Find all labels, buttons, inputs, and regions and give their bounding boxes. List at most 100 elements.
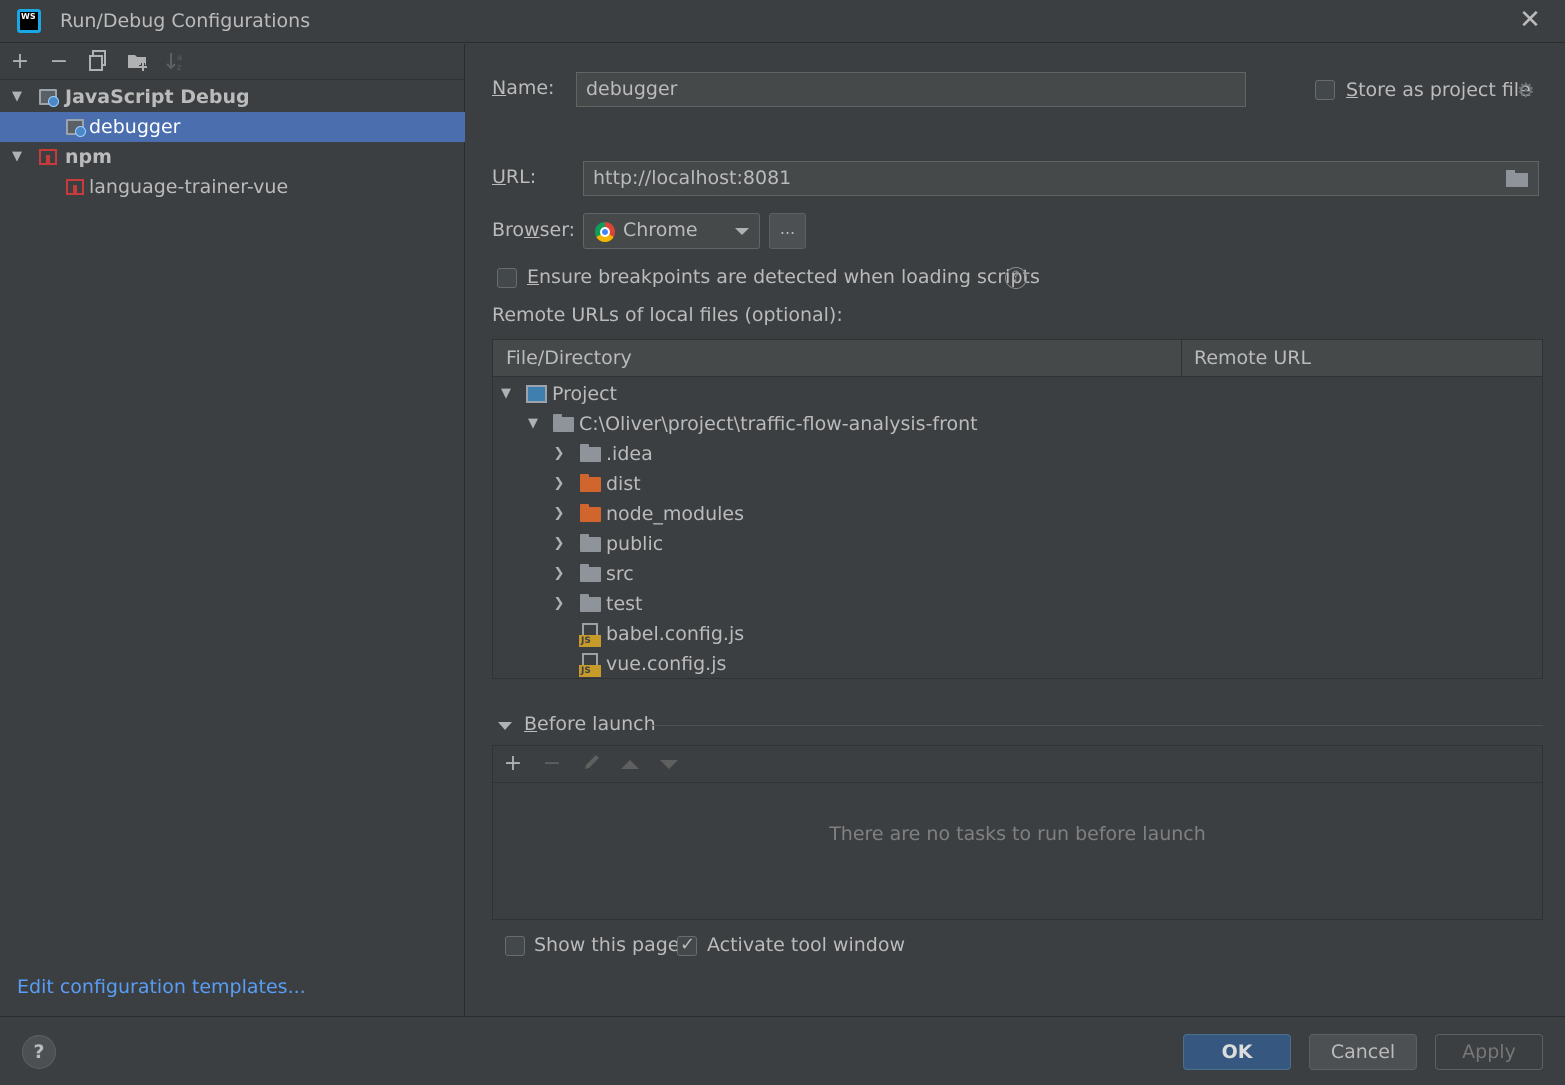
js-file-icon: JS xyxy=(579,653,601,677)
mnemonic: w xyxy=(524,219,540,241)
ok-button[interactable]: OK xyxy=(1183,1034,1291,1070)
folder-icon xyxy=(553,414,574,432)
folder-icon xyxy=(580,444,601,462)
help-icon[interactable]: ? xyxy=(1005,267,1027,289)
ensure-breakpoints-checkbox[interactable] xyxy=(497,268,517,288)
label-text: ser: xyxy=(539,219,576,241)
chevron-right-icon[interactable]: ❯ xyxy=(551,499,567,529)
table-row-label: public xyxy=(606,533,664,555)
table-row-label: vue.config.js xyxy=(606,653,727,675)
table-row[interactable]: ❯ .idea xyxy=(493,439,1542,469)
chevron-right-icon[interactable]: ❯ xyxy=(551,589,567,619)
activate-tool-window-checkbox[interactable] xyxy=(677,934,697,956)
add-task-icon[interactable]: + xyxy=(501,752,525,776)
table-row[interactable]: JS babel.config.js xyxy=(493,619,1542,649)
chevron-down-icon[interactable]: ▼ xyxy=(498,379,514,409)
table-row-label: dist xyxy=(606,473,641,495)
tree-group-npm[interactable]: ▼ npm xyxy=(0,142,465,172)
url-label: URL: xyxy=(492,166,536,188)
table-row[interactable]: ❯ dist xyxy=(493,469,1542,499)
browser-select[interactable]: Chrome xyxy=(583,213,760,249)
chevron-right-icon[interactable]: ❯ xyxy=(551,529,567,559)
javascript-debug-icon xyxy=(39,89,59,107)
chevron-down-icon[interactable]: ▼ xyxy=(525,409,541,439)
chevron-right-icon[interactable]: ❯ xyxy=(551,469,567,499)
js-file-icon: JS xyxy=(579,623,601,647)
excluded-folder-icon xyxy=(580,504,601,522)
name-field[interactable]: debugger xyxy=(576,72,1246,107)
svg-text:z: z xyxy=(177,63,181,72)
mnemonic: E xyxy=(527,266,540,288)
label-text: ame: xyxy=(506,77,555,99)
add-icon[interactable]: + xyxy=(8,50,32,74)
table-row-label: .idea xyxy=(606,443,653,465)
chevron-down-icon[interactable]: ▼ xyxy=(9,82,25,112)
tree-item-label: debugger xyxy=(89,116,181,138)
divider xyxy=(650,725,1543,726)
collapse-triangle-icon[interactable] xyxy=(498,722,512,730)
store-as-project-file-checkbox[interactable] xyxy=(1315,80,1335,100)
help-button[interactable]: ? xyxy=(22,1035,56,1069)
mnemonic: U xyxy=(492,166,506,188)
move-up-icon[interactable] xyxy=(621,760,639,769)
table-row[interactable]: ▼ C:\Oliver\project\traffic-flow-analysi… xyxy=(493,409,1542,439)
table-row[interactable]: ❯ test xyxy=(493,589,1542,619)
folder-icon xyxy=(580,534,601,552)
edit-task-icon[interactable] xyxy=(580,752,604,776)
folder-icon xyxy=(580,594,601,612)
label-text: tore as project file xyxy=(1358,79,1531,101)
cancel-button[interactable]: Cancel xyxy=(1309,1034,1417,1070)
table-row-label: C:\Oliver\project\traffic-flow-analysis-… xyxy=(579,413,978,435)
empty-tasks-text: There are no tasks to run before launch xyxy=(829,823,1206,845)
remove-icon[interactable]: − xyxy=(47,50,71,74)
name-label: Name: xyxy=(492,77,554,99)
chevron-down-icon[interactable]: ▼ xyxy=(9,142,25,172)
label-text: efore launch xyxy=(537,713,656,735)
before-launch-title[interactable]: Before launch xyxy=(524,713,656,735)
copy-icon[interactable] xyxy=(86,50,110,74)
folder-icon xyxy=(580,564,601,582)
gear-icon[interactable]: ⚙ xyxy=(1517,80,1537,100)
table-header: File/Directory Remote URL xyxy=(493,340,1542,377)
column-header-remote-url[interactable]: Remote URL xyxy=(1194,347,1311,369)
column-header-file-directory[interactable]: File/Directory xyxy=(506,347,632,369)
sort-icon[interactable]: az xyxy=(164,50,188,74)
close-icon[interactable]: ✕ xyxy=(1518,7,1542,33)
store-as-project-file-label: Store as project file xyxy=(1346,79,1531,101)
npm-icon xyxy=(66,179,84,195)
table-row[interactable]: ❯ node_modules xyxy=(493,499,1542,529)
chevron-right-icon[interactable]: ❯ xyxy=(551,559,567,589)
tree-item-debugger[interactable]: debugger xyxy=(0,112,465,142)
table-row-label: node_modules xyxy=(606,503,745,525)
tree-group-javascript-debug[interactable]: ▼ JavaScript Debug xyxy=(0,82,465,112)
new-folder-icon[interactable] xyxy=(126,50,150,74)
url-field[interactable]: http://localhost:8081 xyxy=(583,161,1539,196)
tree-item-label: language-trainer-vue xyxy=(89,176,289,198)
table-row[interactable]: ❯ public xyxy=(493,529,1542,559)
divider xyxy=(0,1016,1565,1017)
chevron-right-icon[interactable]: ❯ xyxy=(551,439,567,469)
project-icon xyxy=(526,385,547,403)
browser-more-button[interactable]: ... xyxy=(769,213,806,249)
webstorm-logo-icon: WS xyxy=(17,9,41,33)
move-down-icon[interactable] xyxy=(660,760,678,769)
apply-button[interactable]: Apply xyxy=(1435,1034,1543,1070)
table-row-label: test xyxy=(606,593,643,615)
show-this-page-label: Show this page xyxy=(534,934,680,956)
table-row[interactable]: JS vue.config.js xyxy=(493,649,1542,679)
mnemonic: N xyxy=(492,77,507,99)
remove-task-icon[interactable]: − xyxy=(540,752,564,776)
table-row[interactable]: ❯ src xyxy=(493,559,1542,589)
table-row[interactable]: ▼ Project xyxy=(493,379,1542,409)
ensure-breakpoints-label: Ensure breakpoints are detected when loa… xyxy=(527,266,1040,288)
excluded-folder-icon xyxy=(580,474,601,492)
table-row-label: Project xyxy=(552,383,618,405)
browse-folder-icon[interactable] xyxy=(1506,170,1530,188)
tree-item-language-trainer-vue[interactable]: language-trainer-vue xyxy=(0,172,465,202)
edit-templates-link[interactable]: Edit configuration templates... xyxy=(17,976,306,998)
npm-icon xyxy=(39,149,57,165)
label-text: RL: xyxy=(505,166,537,188)
column-divider[interactable] xyxy=(1181,340,1182,377)
chevron-down-icon xyxy=(735,228,749,235)
show-this-page-checkbox[interactable] xyxy=(505,936,525,956)
